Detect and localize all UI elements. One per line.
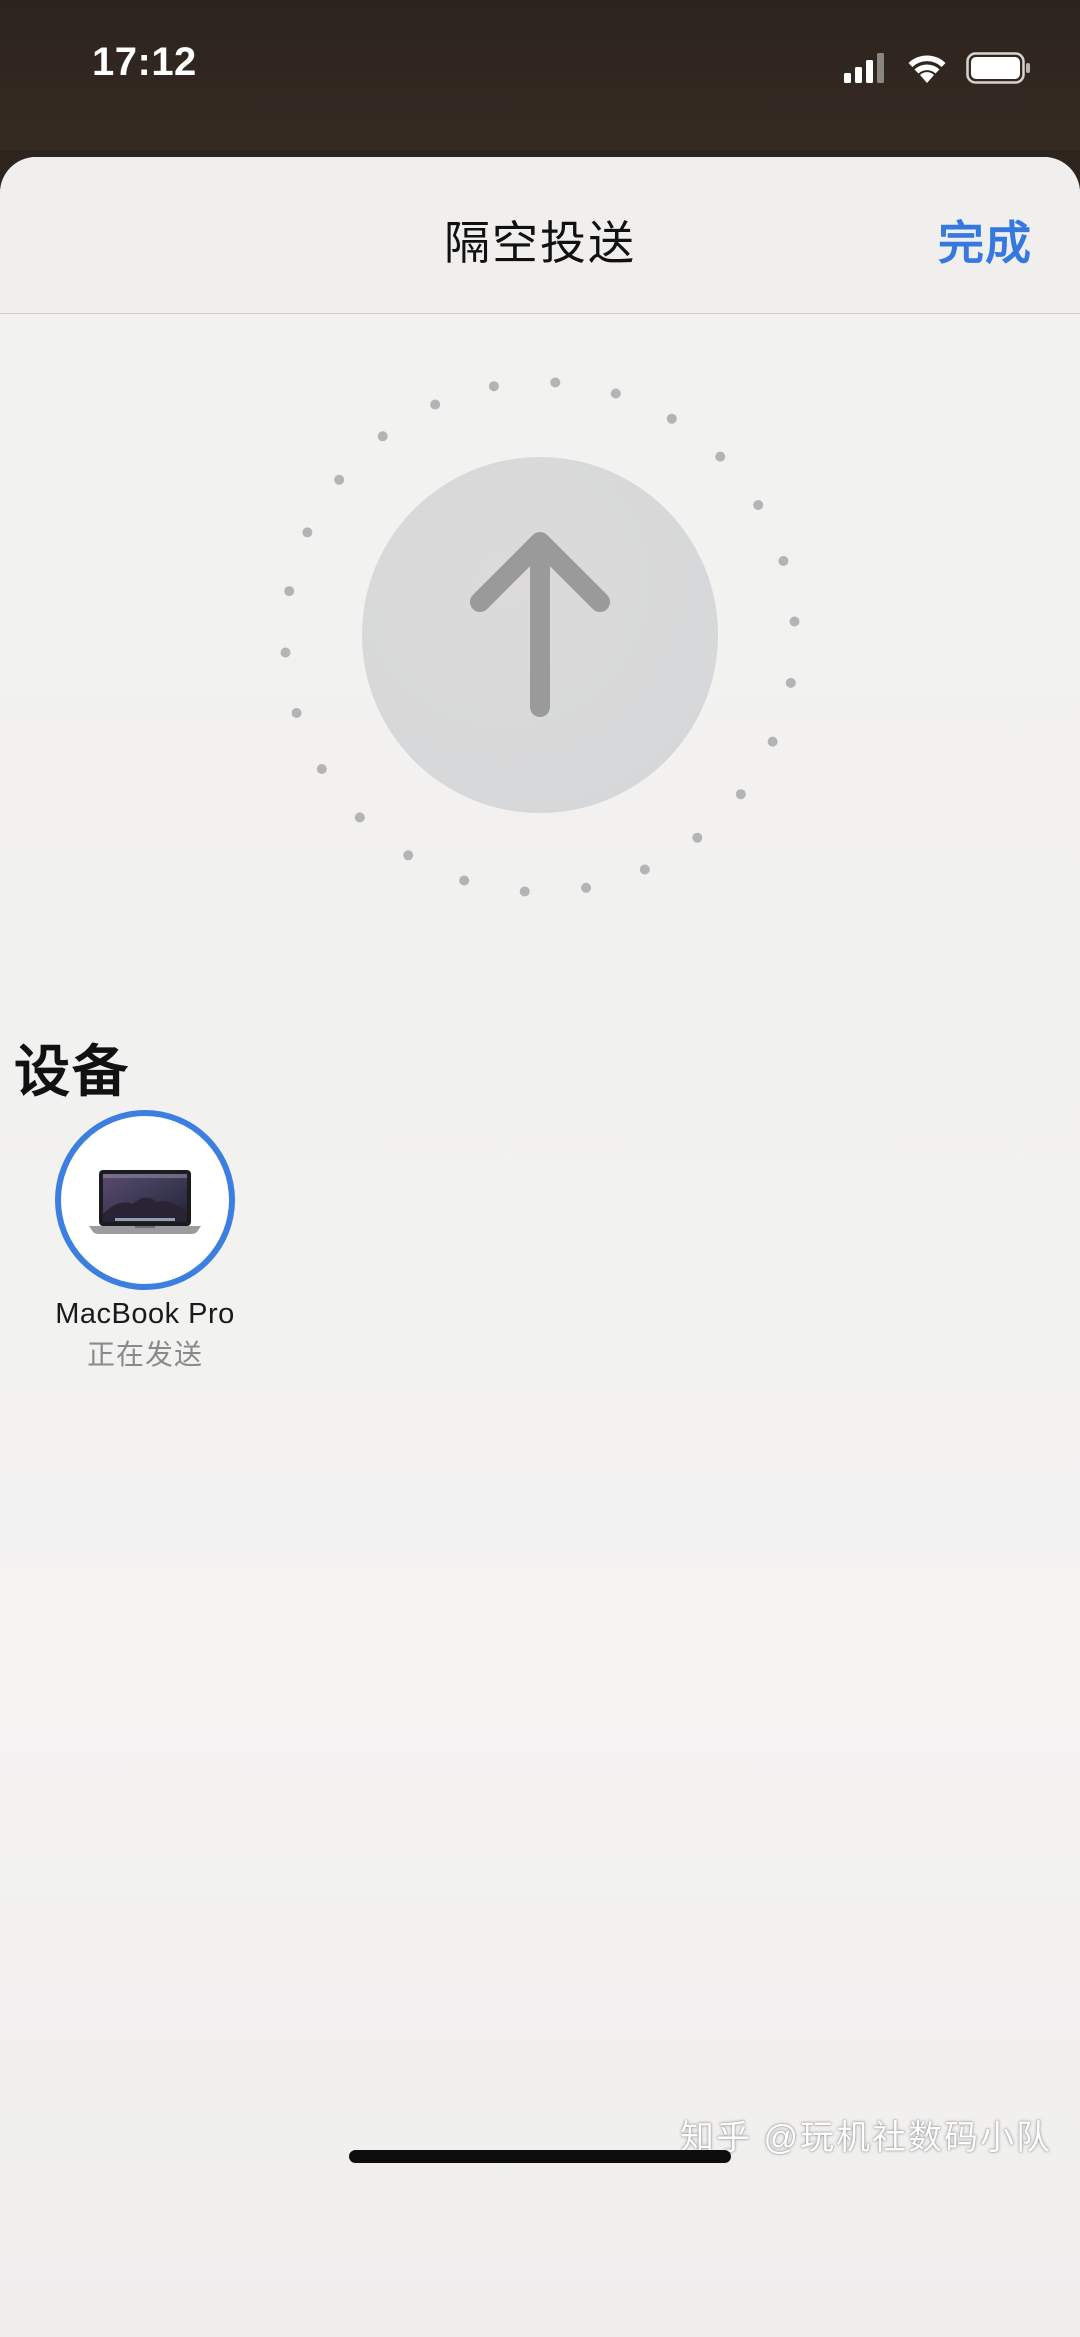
upload-circle — [362, 457, 718, 813]
ring-dot — [610, 388, 621, 399]
device-status: 正在发送 — [86, 1339, 203, 1370]
ring-dot — [403, 850, 414, 861]
ring-dot — [302, 527, 313, 538]
ring-dot — [280, 647, 291, 658]
done-button[interactable]: 完成 — [938, 207, 1032, 273]
ring-dot — [789, 616, 800, 627]
ring-dot — [459, 875, 470, 886]
cellular-signal-icon — [844, 52, 888, 88]
watermark: 知乎 @玩机社数码小队 — [680, 2119, 1052, 2157]
ring-dot — [519, 886, 530, 897]
arrow-up-icon — [470, 532, 610, 717]
device-name: MacBook Pro — [55, 1298, 235, 1330]
ring-dot — [488, 381, 499, 392]
wifi-icon — [906, 52, 948, 89]
ring-dot — [639, 864, 650, 875]
ring-dot — [334, 474, 345, 485]
airdrop-sheet: 隔空投送 完成 设备 MacBook Pro 正在发送 — [0, 157, 1080, 2337]
ring-dot — [284, 586, 295, 597]
ring-dot — [377, 431, 388, 442]
ring-dot — [316, 764, 327, 774]
devices-heading: 设备 — [14, 1040, 130, 1103]
device-avatar[interactable] — [55, 1110, 235, 1290]
device-macbook-pro[interactable]: MacBook Pro 正在发送 — [30, 1110, 260, 1373]
sheet-title: 隔空投送 — [444, 217, 636, 269]
ring-dot — [550, 377, 561, 388]
ring-dot — [692, 832, 703, 843]
ring-dot — [735, 789, 746, 800]
status-time: 17:12 — [92, 40, 197, 84]
ring-dot — [778, 556, 789, 566]
ring-dot — [581, 882, 592, 893]
status-bar: 17:12 — [0, 0, 1080, 150]
battery-icon — [966, 51, 1032, 89]
ring-dot — [753, 500, 764, 510]
ring-dot — [430, 399, 441, 410]
status-icons — [844, 50, 1032, 90]
home-indicator[interactable] — [349, 2150, 731, 2163]
navigation-bar: 隔空投送 完成 — [0, 157, 1080, 314]
ring-dot — [291, 708, 302, 718]
ring-dot — [354, 812, 365, 823]
airdrop-screen: 17:12 隔空投送 完成 设备 MacBook Pro 正在发送 知乎 @玩机… — [0, 0, 1080, 2337]
ring-dot — [767, 736, 778, 747]
laptop-icon — [89, 1170, 201, 1234]
ring-dot — [785, 677, 796, 688]
ring-dot — [666, 413, 677, 424]
